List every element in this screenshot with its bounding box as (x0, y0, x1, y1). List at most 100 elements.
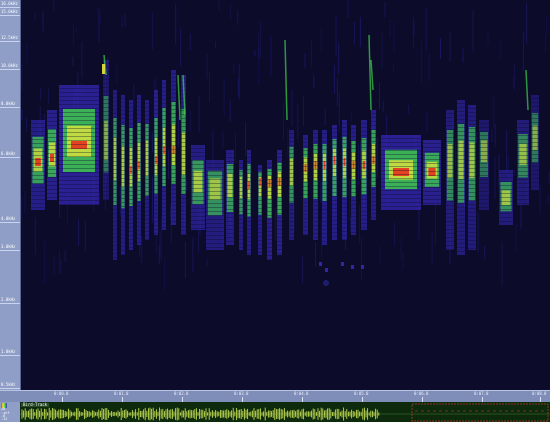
harmonic-gap (361, 207, 367, 208)
harmonic-gap (446, 157, 454, 158)
harmonic-gap (206, 203, 224, 204)
harmonic-gap (191, 164, 205, 165)
freq-tick-line (0, 303, 20, 304)
harmonic-gap (103, 159, 109, 160)
harmonic-gap (457, 227, 465, 228)
harmonic-gap (113, 145, 117, 146)
noise-streak (192, 237, 194, 273)
harmonic-gap (258, 204, 262, 205)
harmonic-gap (258, 232, 262, 233)
harmonic-gap (267, 247, 272, 248)
freq-tick-line (0, 7, 20, 8)
harmonic-gap (247, 217, 251, 218)
harmonic-gap (479, 179, 489, 180)
harmonic-gap (145, 127, 149, 128)
harmonic-gap (277, 197, 282, 198)
harmonic-gap (137, 102, 141, 103)
harmonic-gap (267, 231, 272, 232)
harmonic-gap (59, 124, 99, 125)
harmonic-gap (457, 159, 465, 160)
harmonic-gap (531, 150, 539, 151)
harmonic-gap (191, 196, 205, 197)
harmonic-gap (322, 185, 327, 186)
noise-streak (215, 41, 217, 49)
harmonic-gap (206, 179, 224, 180)
harmonic-gap (531, 102, 539, 103)
harmonic-gap (277, 181, 282, 182)
harmonic-gap (145, 187, 149, 188)
harmonic-gap (267, 219, 272, 220)
harmonic-gap (162, 83, 166, 84)
noise-streak (302, 256, 303, 284)
harmonic-gap (457, 223, 465, 224)
noise-streak (53, 256, 55, 275)
harmonic-gap (457, 247, 465, 248)
harmonic-gap (258, 188, 262, 189)
harmonic-gap (457, 235, 465, 236)
harmonic-gap (468, 128, 476, 129)
harmonic-gap (137, 166, 141, 167)
waveform-panel[interactable]: +0 -inf -6 -12 Bird-Track (0, 402, 550, 422)
harmonic-gap (247, 229, 251, 230)
spectrogram-canvas[interactable] (21, 0, 550, 390)
freq-tick-label: 15.0kHz (1, 9, 18, 14)
harmonic-gap (322, 181, 327, 182)
harmonic-gap (499, 193, 513, 194)
harmonic-gap (239, 207, 243, 208)
harmonic-gap (289, 165, 294, 166)
harmonic-gap (322, 137, 327, 138)
harmonic-gap (267, 179, 272, 180)
energy-band-high (145, 140, 149, 176)
harmonic-gap (226, 209, 234, 210)
harmonic-gap (206, 231, 224, 232)
harmonic-gap (103, 147, 109, 148)
harmonic-gap (113, 249, 117, 250)
harmonic-gap (137, 190, 141, 191)
freq-tick-line (0, 107, 20, 108)
harmonic-gap (289, 237, 294, 238)
harmonic-gap (137, 114, 141, 115)
harmonic-gap (332, 216, 337, 217)
harmonic-gap (137, 234, 141, 235)
harmonic-gap (103, 187, 109, 188)
harmonic-gap (247, 177, 251, 178)
harmonic-gap (239, 195, 243, 196)
harmonic-gap (322, 201, 327, 202)
harmonic-gap (479, 159, 489, 160)
noise-streak (520, 202, 522, 229)
harmonic-gap (226, 217, 234, 218)
harmonic-gap (267, 175, 272, 176)
harmonic-gap (206, 219, 224, 220)
noise-streak (64, 251, 66, 262)
harmonic-gap (154, 209, 158, 210)
harmonic-gap (154, 161, 158, 162)
harmonic-gap (258, 172, 262, 173)
harmonic-gap (31, 131, 45, 132)
harmonic-gap (103, 199, 109, 200)
harmonic-gap (277, 193, 282, 194)
harmonic-gap (47, 181, 57, 182)
harmonic-gap (313, 173, 318, 174)
harmonic-gap (137, 210, 141, 211)
harmonic-gap (129, 147, 133, 148)
harmonic-gap (468, 224, 476, 225)
harmonic-gap (103, 139, 109, 140)
harmonic-gap (154, 157, 158, 158)
harmonic-gap (361, 167, 367, 168)
noise-streak (198, 228, 200, 253)
noise-streak (237, 78, 239, 96)
harmonic-gap (191, 176, 205, 177)
harmonic-gap (479, 171, 489, 172)
harmonic-gap (103, 99, 109, 100)
harmonic-gap (313, 185, 318, 186)
noise-streak (360, 142, 361, 180)
harmonic-gap (342, 207, 347, 208)
harmonic-gap (351, 152, 356, 153)
harmonic-gap (322, 153, 327, 154)
harmonic-gap (226, 185, 234, 186)
harmonic-gap (103, 135, 109, 136)
harmonic-gap (206, 247, 224, 248)
noise-streak (81, 41, 83, 79)
harmonic-gap (162, 159, 166, 160)
harmonic-gap (145, 111, 149, 112)
